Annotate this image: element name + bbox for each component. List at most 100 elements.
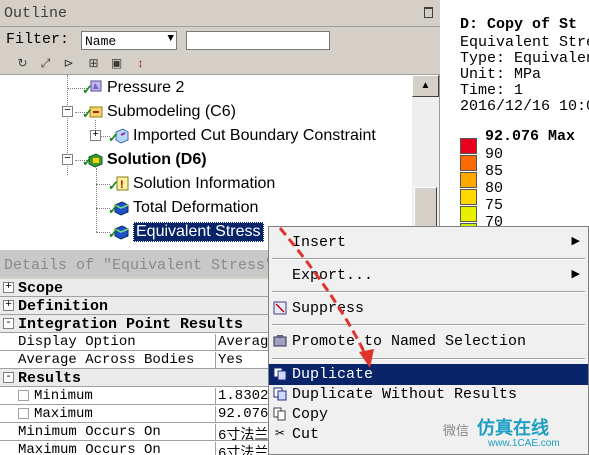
details-key: Results — [18, 370, 82, 387]
details-value: 1.8302 — [215, 388, 268, 406]
details-row-minimum[interactable]: Minimum 1.8302 — [0, 387, 285, 406]
expand-toggle-imported[interactable]: + — [90, 130, 101, 141]
menu-item-promote-named-selection[interactable]: Promote to Named Selection — [269, 331, 588, 352]
menu-item-label: Duplicate Without Results — [292, 386, 518, 403]
outline-scrollbar[interactable]: ▲ — [412, 75, 439, 250]
menu-item-duplicate-without-results[interactable]: Duplicate Without Results — [269, 384, 588, 405]
collapse-toggle[interactable]: - — [3, 372, 14, 383]
details-key: Average Across Bodies — [18, 352, 195, 368]
plus-icon[interactable]: ⊞ — [85, 55, 102, 72]
legend-title: D: Copy of St — [460, 16, 578, 33]
details-panel: Details of "Equivalent Stress" + Scope +… — [0, 250, 285, 455]
legend-max-label: 92.076 Max — [485, 128, 576, 145]
details-value: 92.076 — [215, 406, 268, 424]
scroll-thumb[interactable] — [414, 187, 437, 231]
tree-item-submodeling[interactable]: ✓ Submodeling (C6) — [82, 101, 236, 123]
menu-item-export[interactable]: Export... ▶ — [269, 265, 588, 286]
duplicate-icon — [272, 387, 288, 402]
menu-item-label: Copy — [292, 406, 329, 423]
legend-tick: 75 — [485, 197, 504, 214]
details-group-definition[interactable]: + Definition — [0, 297, 285, 315]
filter-input[interactable] — [186, 31, 330, 50]
filter-label: Filter: — [6, 31, 70, 48]
folder-icon[interactable]: ▣ — [108, 55, 125, 72]
legend-swatch — [460, 155, 477, 171]
details-row-maximum-occurs-on[interactable]: Maximum Occurs On 6寸法兰 — [0, 441, 285, 455]
tree-item-solution[interactable]: ✓ Solution (D6) — [82, 149, 207, 171]
tree-item-label: Equivalent Stress — [133, 222, 264, 242]
collapse-toggle-solution[interactable]: − — [62, 154, 73, 165]
details-group-results[interactable]: - Results — [0, 369, 285, 387]
parameter-checkbox[interactable] — [18, 408, 29, 419]
legend-time: Time: 1 — [460, 82, 524, 99]
result-icon: ✓ — [108, 224, 130, 241]
details-row-maximum[interactable]: Maximum 92.076 — [0, 405, 285, 424]
menu-item-duplicate[interactable]: Duplicate — [269, 364, 588, 385]
info-icon: ! ✓ — [108, 176, 130, 193]
details-row-minimum-occurs-on[interactable]: Minimum Occurs On 6寸法兰 — [0, 423, 285, 444]
menu-item-label: Cut — [292, 426, 320, 443]
details-value: 6寸法兰 — [215, 424, 268, 444]
details-key: Minimum Occurs On — [18, 424, 161, 440]
details-key: Scope — [18, 280, 64, 297]
menu-item-label: Insert — [292, 234, 347, 251]
tree-item-imported-cut-boundary[interactable]: ✓ Imported Cut Boundary Constraint — [108, 125, 376, 147]
legend-tick: 90 — [485, 146, 504, 163]
parameter-checkbox[interactable] — [18, 390, 29, 401]
watermark-left: 微信 — [443, 423, 470, 438]
details-group-integration-point[interactable]: - Integration Point Results — [0, 315, 285, 333]
details-key: Definition — [18, 298, 109, 315]
tree-icon[interactable]: ⊳ — [60, 55, 77, 72]
legend-tick: 85 — [485, 163, 504, 180]
details-title: Details of "Equivalent Stress" — [0, 250, 285, 277]
watermark: 仿真在线 — [477, 418, 549, 438]
pin-icon[interactable] — [424, 7, 433, 18]
outline-tree: − + − ✓ Pressure 2 ✓ Submodeling (C6) ✓ … — [0, 75, 412, 250]
menu-item-insert[interactable]: Insert ▶ — [269, 232, 588, 253]
tree-item-solution-information[interactable]: ! ✓ Solution Information — [108, 173, 275, 195]
scroll-up-icon[interactable]: ▲ — [412, 75, 439, 97]
chevron-down-icon[interactable]: ▼ — [167, 33, 174, 45]
details-group-scope[interactable]: + Scope — [0, 279, 285, 297]
tree-item-label: Solution (D6) — [107, 151, 207, 168]
cut-icon: ✂ — [274, 427, 286, 441]
collapse-toggle[interactable]: - — [3, 318, 14, 329]
details-row-average-across-bodies[interactable]: Average Across Bodies Yes — [0, 351, 285, 370]
tree-item-total-deformation[interactable]: ✓ Total Deformation — [108, 197, 259, 219]
legend-tick: 80 — [485, 180, 504, 197]
outline-title: Outline — [0, 0, 440, 27]
details-key: Integration Point Results — [18, 316, 244, 333]
result-icon: ✓ — [108, 200, 130, 217]
menu-item-label: Export... — [292, 267, 374, 284]
details-value[interactable]: Averag — [215, 334, 268, 352]
details-value[interactable]: Yes — [215, 352, 243, 370]
sort-icon[interactable]: ↕ — [132, 55, 149, 72]
details-value: 6寸法兰 — [215, 442, 268, 455]
menu-separator — [272, 324, 585, 326]
collapse-toggle-submodeling[interactable]: − — [62, 106, 73, 117]
expand-toggle[interactable]: + — [3, 300, 14, 311]
filter-select[interactable]: Name ▼ — [81, 31, 177, 50]
menu-item-label: Promote to Named Selection — [292, 333, 527, 350]
legend-date: 2016/12/16 10:0 — [460, 98, 589, 115]
details-row-display-option[interactable]: Display Option Averag — [0, 333, 285, 352]
details-key: Display Option — [18, 334, 136, 350]
refresh-icon[interactable]: ↻ — [14, 55, 31, 72]
watermark-url: www.1CAE.com — [488, 438, 560, 449]
expand-toggle[interactable]: + — [3, 282, 14, 293]
named-selection-icon — [272, 334, 288, 349]
menu-item-suppress[interactable]: Suppress — [269, 298, 588, 319]
outline-panel: Outline Filter: Name ▼ ↻ ⤢ ⊳ ⊞ ▣ ↕ − + − — [0, 0, 440, 250]
submenu-arrow-icon: ▶ — [571, 236, 580, 248]
expand-icon[interactable]: ⤢ — [37, 55, 54, 72]
svg-text:!: ! — [120, 179, 124, 191]
legend-swatch — [460, 138, 477, 154]
result-legend: D: Copy of St Equivalent Stre Type: Equi… — [452, 0, 589, 250]
tree-item-equivalent-stress[interactable]: ✓ Equivalent Stress — [108, 221, 264, 243]
menu-separator — [272, 358, 585, 360]
details-key: Minimum — [34, 388, 93, 404]
legend-unit: Unit: MPa — [460, 66, 542, 83]
tree-item-pressure-2[interactable]: ✓ Pressure 2 — [82, 77, 184, 99]
menu-item-label: Suppress — [292, 300, 365, 317]
tree-item-label: Total Deformation — [133, 199, 259, 216]
